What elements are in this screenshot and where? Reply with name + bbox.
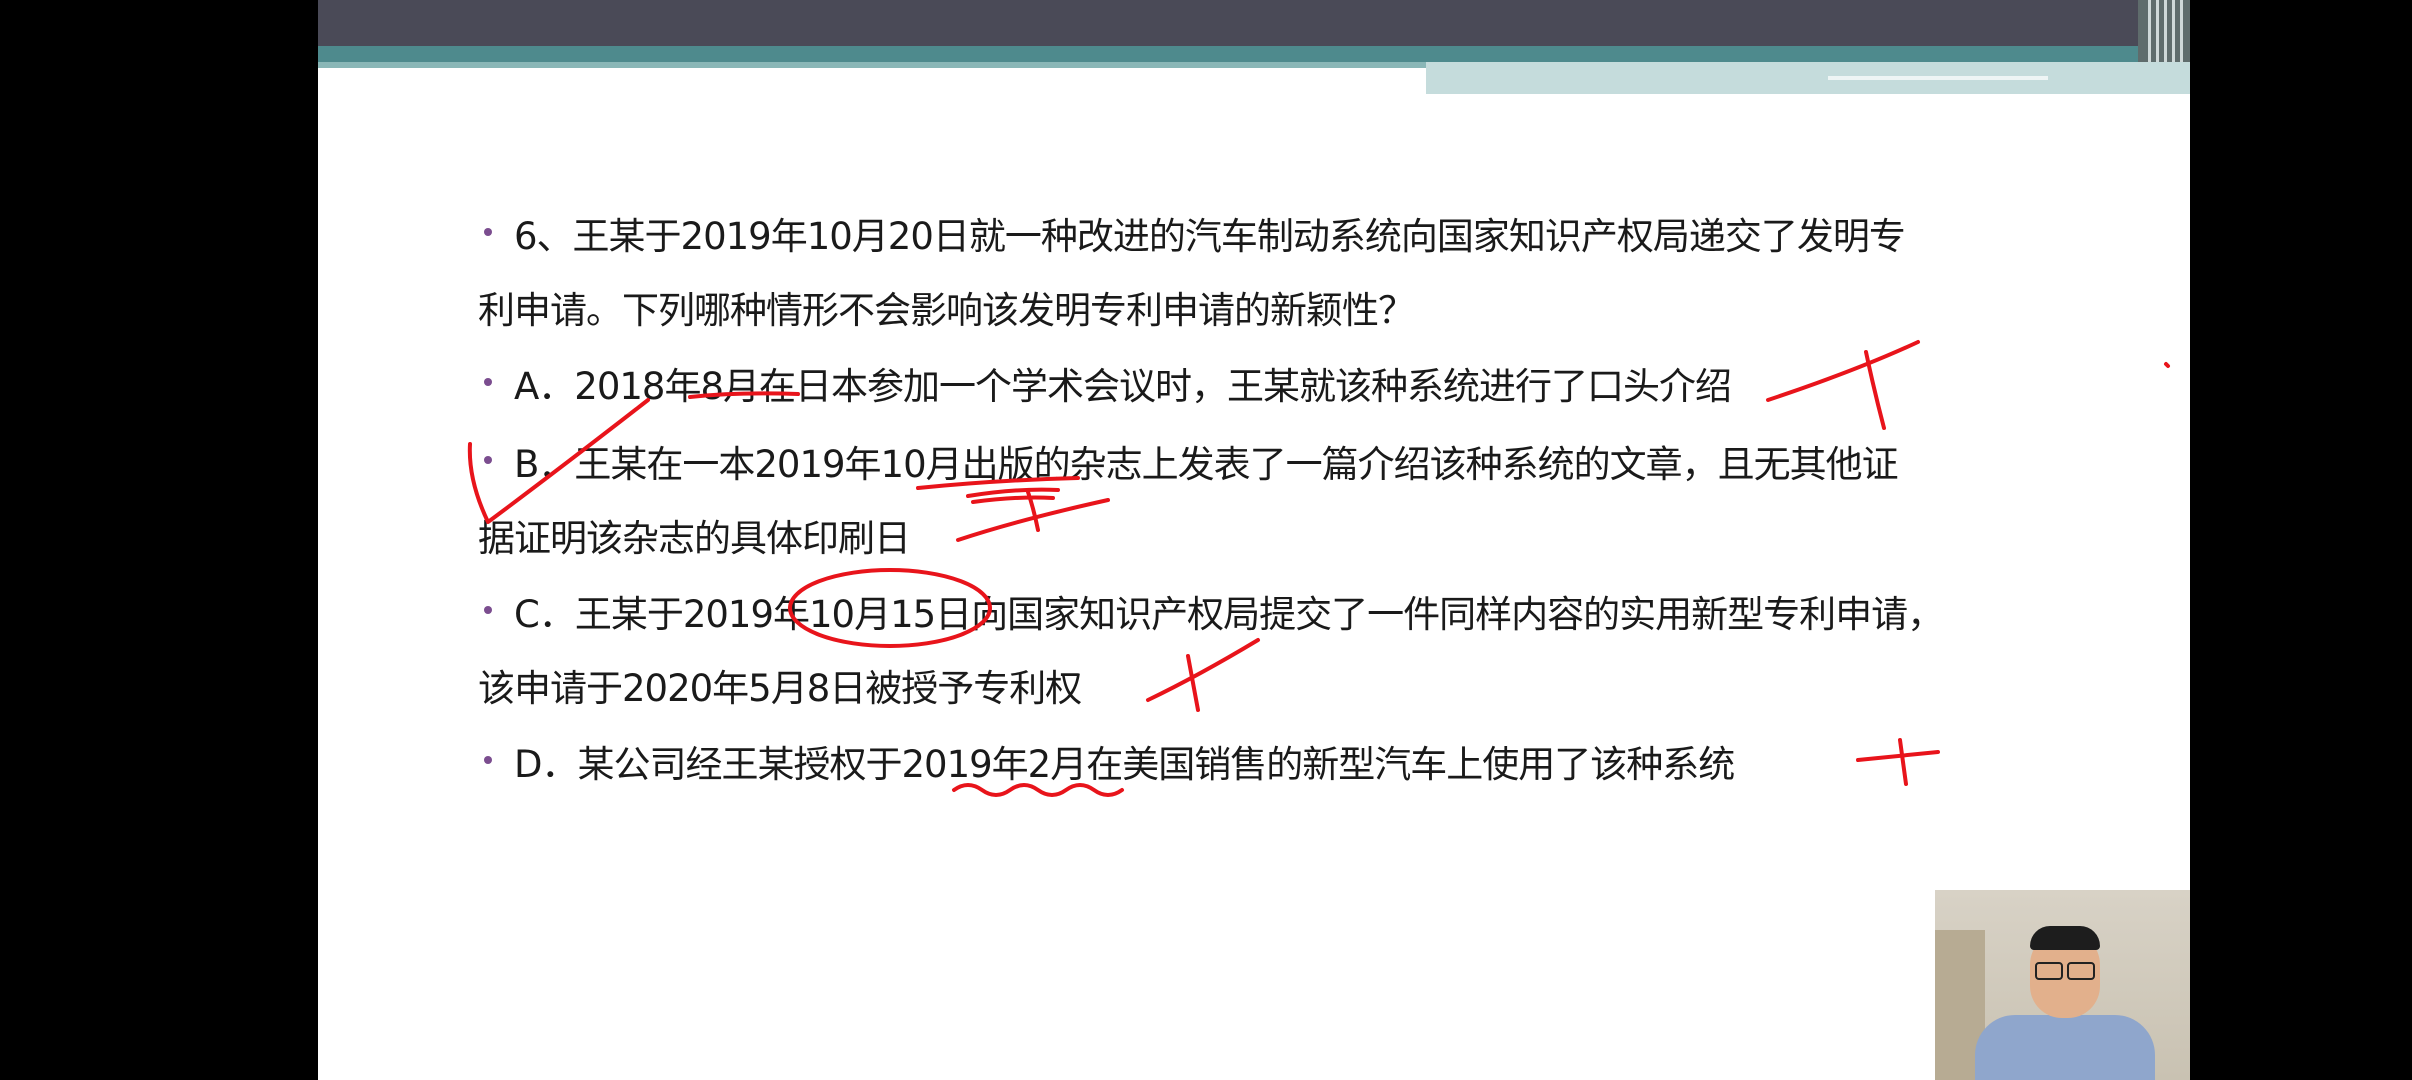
option-b-line-2: 据证明该杂志的具体印刷日 (478, 517, 911, 560)
presenter-webcam (1935, 890, 2190, 1080)
option-c-line-1: C．王某于2019年10月15日向国家知识产权局提交了一件同样内容的实用新型专利… (514, 593, 1944, 636)
bullet-icon (484, 456, 492, 464)
bullet-icon (484, 228, 492, 236)
option-b-line-1: B．王某在一本2019年10月出版的杂志上发表了一篇介绍该种系统的文章，且无其他… (514, 443, 1899, 486)
glasses-icon (2035, 962, 2063, 980)
option-c-line-2: 该申请于2020年5月8日被授予专利权 (478, 667, 1082, 710)
bullet-icon (484, 606, 492, 614)
slide: 6、王某于2019年10月20日就一种改进的汽车制动系统向国家知识产权局递交了发… (318, 0, 2190, 1080)
presenter-shirt (1975, 1015, 2155, 1080)
option-d: D．某公司经王某授权于2019年2月在美国销售的新型汽车上使用了该种系统 (514, 743, 1735, 786)
bullet-icon (484, 756, 492, 764)
question-line-2: 利申请。下列哪种情形不会影响该发明专利申请的新颖性？ (478, 289, 1415, 332)
question-line-1: 6、王某于2019年10月20日就一种改进的汽车制动系统向国家知识产权局递交了发… (514, 215, 1906, 258)
option-a: A．2018年8月在日本参加一个学术会议时，王某就该种系统进行了口头介绍 (514, 365, 1732, 408)
presenter-hair (2030, 926, 2100, 950)
question-content: 6、王某于2019年10月20日就一种改进的汽车制动系统向国家知识产权局递交了发… (318, 0, 2190, 1080)
glasses-icon (2067, 962, 2095, 980)
bullet-icon (484, 378, 492, 386)
